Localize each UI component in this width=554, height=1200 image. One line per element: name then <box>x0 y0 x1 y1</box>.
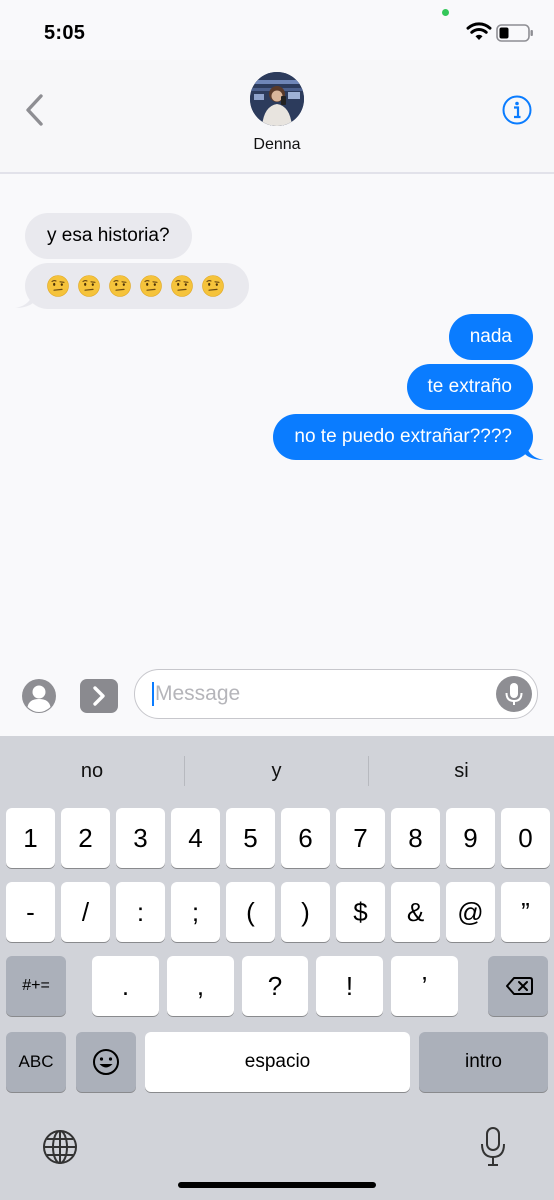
space-key[interactable]: espacio <box>145 1032 410 1092</box>
received-bubble-tail <box>15 289 35 308</box>
key[interactable]: 1 <box>6 808 55 868</box>
emoji-row <box>47 263 227 309</box>
delete-backspace-icon <box>506 977 533 995</box>
suggestion-item[interactable]: si <box>369 736 554 806</box>
key[interactable]: ? <box>242 956 308 1016</box>
app-drawer-button[interactable] <box>80 679 118 713</box>
key[interactable]: 9 <box>446 808 495 868</box>
key[interactable]: 8 <box>391 808 440 868</box>
key[interactable]: ” <box>501 882 550 942</box>
raised-eyebrow-emoji-icon <box>78 275 100 297</box>
received-message[interactable]: y esa historia? <box>25 213 192 259</box>
received-message-emoji[interactable] <box>25 263 249 309</box>
key[interactable]: 4 <box>171 808 220 868</box>
memoji-person-icon[interactable] <box>21 678 57 714</box>
sent-message[interactable]: te extraño <box>406 364 533 410</box>
emoji-key[interactable] <box>76 1032 136 1092</box>
key[interactable]: ( <box>226 882 275 942</box>
dictation-microphone-icon[interactable] <box>477 1126 509 1168</box>
delete-key[interactable] <box>488 956 548 1016</box>
message-input-bar: Message <box>0 660 554 736</box>
more-symbols-key[interactable]: #+= <box>6 956 66 1016</box>
key[interactable]: ; <box>171 882 220 942</box>
key[interactable]: . <box>92 956 159 1016</box>
raised-eyebrow-emoji-icon <box>202 275 224 297</box>
key[interactable]: @ <box>446 882 495 942</box>
contact-avatar[interactable] <box>250 72 304 126</box>
keyboard: no y si 1 2 3 4 5 6 7 8 9 0 - / : ; ( ) … <box>0 736 554 1200</box>
key[interactable]: : <box>116 882 165 942</box>
suggestion-item[interactable]: y <box>185 736 368 806</box>
key[interactable]: / <box>61 882 110 942</box>
globe-icon[interactable] <box>41 1128 79 1166</box>
text-caret <box>152 682 154 706</box>
key[interactable]: ) <box>281 882 330 942</box>
key[interactable]: , <box>167 956 234 1016</box>
raised-eyebrow-emoji-icon <box>171 275 193 297</box>
key[interactable]: $ <box>336 882 385 942</box>
info-icon[interactable] <box>501 94 533 126</box>
back-chevron-icon[interactable] <box>20 92 50 128</box>
key[interactable]: & <box>391 882 440 942</box>
return-key[interactable]: intro <box>419 1032 548 1092</box>
key[interactable]: 0 <box>501 808 550 868</box>
message-text: te extraño <box>427 376 513 397</box>
message-placeholder: Message <box>155 682 241 705</box>
key[interactable]: - <box>6 882 55 942</box>
microphone-icon <box>505 683 523 705</box>
raised-eyebrow-emoji-icon <box>47 275 69 297</box>
sent-message[interactable]: nada <box>448 314 533 360</box>
key[interactable]: 5 <box>226 808 275 868</box>
key[interactable]: ’ <box>391 956 458 1016</box>
status-time: 5:05 <box>44 22 86 44</box>
key[interactable]: 2 <box>61 808 110 868</box>
message-text: no te puedo extrañar???? <box>294 426 512 447</box>
home-indicator <box>178 1182 376 1188</box>
wifi-icon <box>466 22 492 40</box>
abc-key[interactable]: ABC <box>6 1032 66 1092</box>
key[interactable]: 7 <box>336 808 385 868</box>
status-bar: 5:05 <box>0 0 554 60</box>
message-field[interactable]: Message <box>134 669 538 719</box>
chevron-right-icon <box>93 686 105 706</box>
sent-message[interactable]: no te puedo extrañar???? <box>273 414 533 460</box>
dictation-button[interactable] <box>496 676 532 712</box>
raised-eyebrow-emoji-icon <box>109 275 131 297</box>
conversation-header: Denna <box>0 60 554 174</box>
sent-bubble-tail <box>524 441 544 460</box>
key[interactable]: 3 <box>116 808 165 868</box>
suggestion-item[interactable]: no <box>0 736 184 806</box>
message-text: nada <box>469 326 512 347</box>
privacy-indicator-dot <box>442 9 449 16</box>
key[interactable]: ! <box>316 956 383 1016</box>
contact-name[interactable]: Denna <box>0 136 554 154</box>
battery-icon <box>496 24 533 42</box>
raised-eyebrow-emoji-icon <box>140 275 162 297</box>
emoji-smiley-icon <box>93 1049 119 1075</box>
message-text: y esa historia? <box>47 225 170 246</box>
key[interactable]: 6 <box>281 808 330 868</box>
